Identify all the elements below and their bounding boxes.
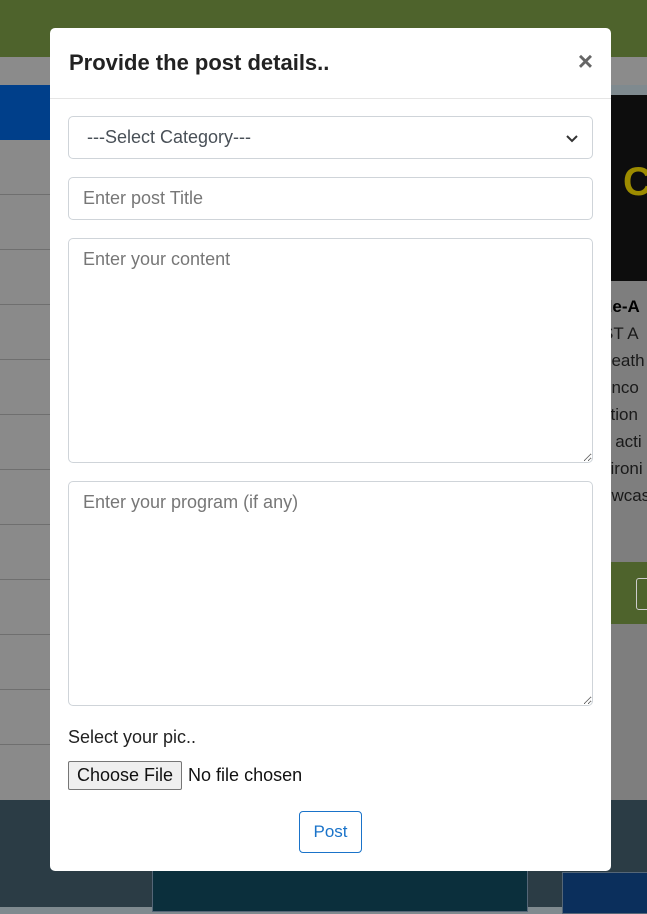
background-card-image-text: C [623, 160, 647, 204]
modal-title: Provide the post details.. [69, 50, 330, 75]
background-panel [562, 872, 647, 914]
background-list-item [0, 250, 52, 305]
pic-label: Select your pic.. [68, 727, 197, 747]
background-post-card: C de-A ST A death enco ction s acti viro… [610, 95, 647, 800]
background-card-footer [610, 562, 647, 624]
background-card-line: ST A [610, 324, 639, 343]
post-submit-button[interactable]: Post [299, 811, 362, 853]
background-list-item [0, 470, 52, 525]
file-picker: Choose File No file chosen [68, 761, 302, 790]
background-panel [152, 870, 528, 912]
background-card-line: enco [610, 378, 639, 397]
background-card-button [636, 578, 647, 610]
post-title-input[interactable] [68, 177, 593, 220]
modal-header: Provide the post details.. × [50, 28, 611, 99]
background-list-item [0, 635, 52, 690]
background-list-item [0, 580, 52, 635]
post-content-textarea[interactable] [68, 238, 593, 463]
choose-file-button[interactable]: Choose File [68, 761, 183, 790]
chevron-down-icon [566, 130, 578, 146]
category-select-value: ---Select Category--- [87, 127, 252, 147]
background-list-item [0, 415, 52, 470]
close-button[interactable]: × [578, 48, 593, 74]
background-list-active-item [0, 85, 52, 140]
background-card-title: de-A [610, 297, 640, 316]
background-list-item [0, 690, 52, 745]
background-category-list [0, 85, 52, 800]
file-status-text: No file chosen [188, 765, 303, 785]
background-card-line: s acti [610, 432, 642, 451]
background-list-item [0, 360, 52, 415]
background-card-image: C [610, 95, 647, 281]
background-list-item [0, 140, 52, 195]
background-list-item [0, 525, 52, 580]
background-card-line: owcas [610, 486, 647, 505]
background-card-text: de-A ST A death enco ction s acti vironi… [610, 281, 647, 509]
category-select[interactable]: ---Select Category--- [68, 116, 593, 159]
background-list-item [0, 195, 52, 250]
background-list-item [0, 305, 52, 360]
background-card-line: vironi [610, 459, 643, 478]
post-program-textarea[interactable] [68, 481, 593, 706]
post-details-modal: Provide the post details.. × ---Select C… [50, 28, 611, 871]
background-card-line: ction [610, 405, 638, 424]
background-card-line: death [610, 351, 645, 370]
